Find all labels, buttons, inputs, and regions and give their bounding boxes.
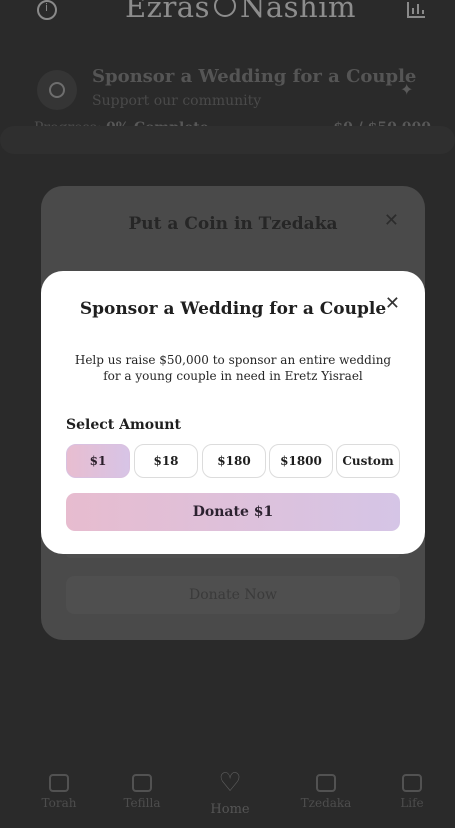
close-icon[interactable]: ✕ [385,293,400,314]
amount-option-1[interactable]: $1 [66,444,130,478]
app-logo: Ezras Nashim [125,0,356,24]
sparkle-icon: ✦ [400,80,414,99]
sponsor-modal: Sponsor a Wedding for a Couple ✕ Help us… [41,271,425,554]
amount-option-1800[interactable]: $1800 [269,444,333,478]
logo-text-right: Nashim [239,0,356,24]
nav-label-tzedaka: Tzedaka [300,796,352,810]
nav-label-home: Home [210,802,250,817]
nav-label-life: Life [400,796,424,810]
donate-now-button[interactable]: Donate Now [66,576,400,614]
amount-option-180[interactable]: $180 [202,444,266,478]
select-amount-label: Select Amount [66,417,181,433]
coins-icon [316,774,336,792]
donate-button[interactable]: Donate $1 [66,493,400,531]
info-icon[interactable] [37,0,57,20]
heart-icon: ♡ [218,768,242,798]
campaign-subtitle: Support our community [92,93,262,109]
nav-item-home[interactable]: ♡ Home [195,770,265,817]
tzedaka-modal-title: Put a Coin in Tzedaka [128,214,338,234]
campaign-title: Sponsor a Wedding for a Couple [92,66,417,87]
nav-item-life[interactable]: Life [377,774,447,810]
nav-item-tefilla[interactable]: Tefilla [107,774,177,810]
nav-label-torah: Torah [41,796,77,810]
sparkle-icon [402,774,422,792]
bottom-nav: Torah Tefilla ♡ Home Tzedaka Life [0,760,455,828]
amount-option-18[interactable]: $18 [134,444,198,478]
logo-text-left: Ezras [125,0,210,24]
hands-icon [132,774,152,792]
flower-icon [213,0,236,17]
nav-item-torah[interactable]: Torah [24,774,94,810]
progress-bar [0,126,455,154]
sponsor-description: Help us raise $50,000 to sponsor an enti… [74,353,392,383]
sponsor-modal-title: Sponsor a Wedding for a Couple [79,299,387,319]
nav-label-tefilla: Tefilla [123,796,161,810]
nav-item-tzedaka[interactable]: Tzedaka [291,774,361,810]
close-icon[interactable]: ✕ [384,210,399,231]
top-bar: Ezras Nashim [0,0,455,30]
amount-option-custom[interactable]: Custom [336,444,400,478]
bar-chart-icon[interactable] [407,2,425,18]
target-icon [37,70,77,110]
amount-options: $1 $18 $180 $1800 Custom [66,444,400,478]
book-icon [49,774,69,792]
